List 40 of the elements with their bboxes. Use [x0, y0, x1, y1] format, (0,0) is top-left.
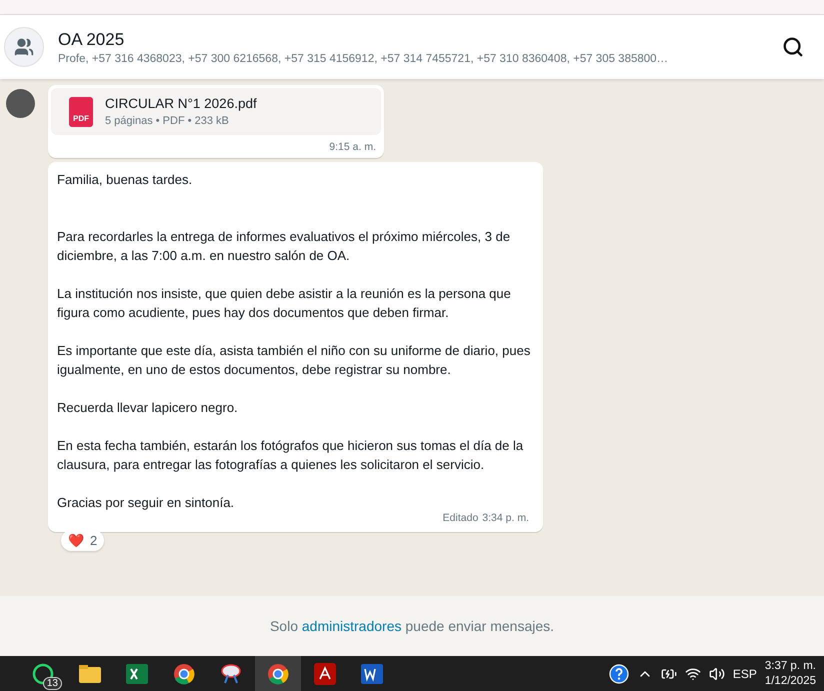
browser-icon	[267, 662, 289, 684]
message-text: Recuerda llevar lapicero negro.	[57, 399, 239, 417]
clock-date: 1/12/2025	[764, 674, 816, 688]
pdf-reader-icon	[314, 662, 336, 684]
file-details: 5 páginas • PDF • 233 kB	[105, 115, 230, 127]
speaker-icon[interactable]	[708, 666, 725, 682]
document-card[interactable]: PDF CIRCULAR N°1 2026.pdf 5 páginas • PDF • 233 kB	[51, 88, 381, 135]
message-time: 3:34 p. m.	[482, 512, 529, 524]
document-editor-icon	[361, 664, 383, 684]
reaction-count: 2	[90, 533, 98, 548]
clock-time: 3:37 p. m.	[764, 658, 816, 674]
message-text: Familia, buenas tardes.	[57, 171, 194, 189]
wifi-icon[interactable]	[684, 666, 701, 682]
admins-link[interactable]: administradores	[302, 618, 402, 634]
language-indicator[interactable]: ESP	[732, 666, 757, 680]
folder-icon	[79, 664, 101, 682]
taskbar-app[interactable]	[255, 656, 301, 691]
chat-title: OA 2025	[58, 30, 126, 50]
help-icon[interactable]	[608, 664, 629, 684]
message-text: Para recordarles la entrega de informes evaluativos el próximo miércoles, 3 de diciembre, a las 7:00 a.m. en nuestro salón de OA.	[57, 228, 512, 265]
edited-label: Editado	[442, 512, 478, 524]
message-text: La institución nos insiste, que quien debe asistir a la reunión es la persona que figura como acudiente, pues hay dos documentos que deben firmar.	[57, 285, 512, 322]
browser-icon	[173, 662, 195, 684]
heart-emoji: ❤	[68, 533, 84, 548]
group-icon	[14, 37, 34, 57]
pdf-file-icon: PDF	[69, 96, 93, 126]
taskbar-app[interactable]: 13	[20, 656, 66, 691]
message-text: En esta fecha también, estarán los fotógrafos que hicieron sus tomas el día de la clausura, para entregar las fotografías a quienes les solicitaron el servicio.	[57, 437, 524, 474]
admin-only-notice: Solo administradores puede enviar mensajes.	[270, 618, 554, 634]
file-name: CIRCULAR N°1 2026.pdf	[105, 96, 257, 111]
search-icon[interactable]	[782, 36, 804, 58]
group-avatar[interactable]	[4, 27, 44, 67]
message-text: Es importante que este día, asista también el niño con su uniforme de diario, pues igualmente, en uno de estos documentos, debe registrar su nombre.	[57, 342, 532, 379]
spreadsheet-icon	[126, 664, 148, 684]
message-text: Gracias por seguir en sintonía.	[57, 494, 236, 512]
reaction-pill[interactable]: ❤ 2	[61, 530, 104, 551]
message-time: 9:15 a. m.	[329, 141, 376, 153]
members-list: Profe, +57 316 4368023, +57 300 6216568, +57 315 4156912, +57 314 7455721, +57 310 8360408, +57 305 385800…	[58, 52, 768, 64]
clock[interactable]: 3:37 p. m. 1/12/2025	[764, 658, 816, 688]
notification-count: 13	[42, 677, 62, 690]
